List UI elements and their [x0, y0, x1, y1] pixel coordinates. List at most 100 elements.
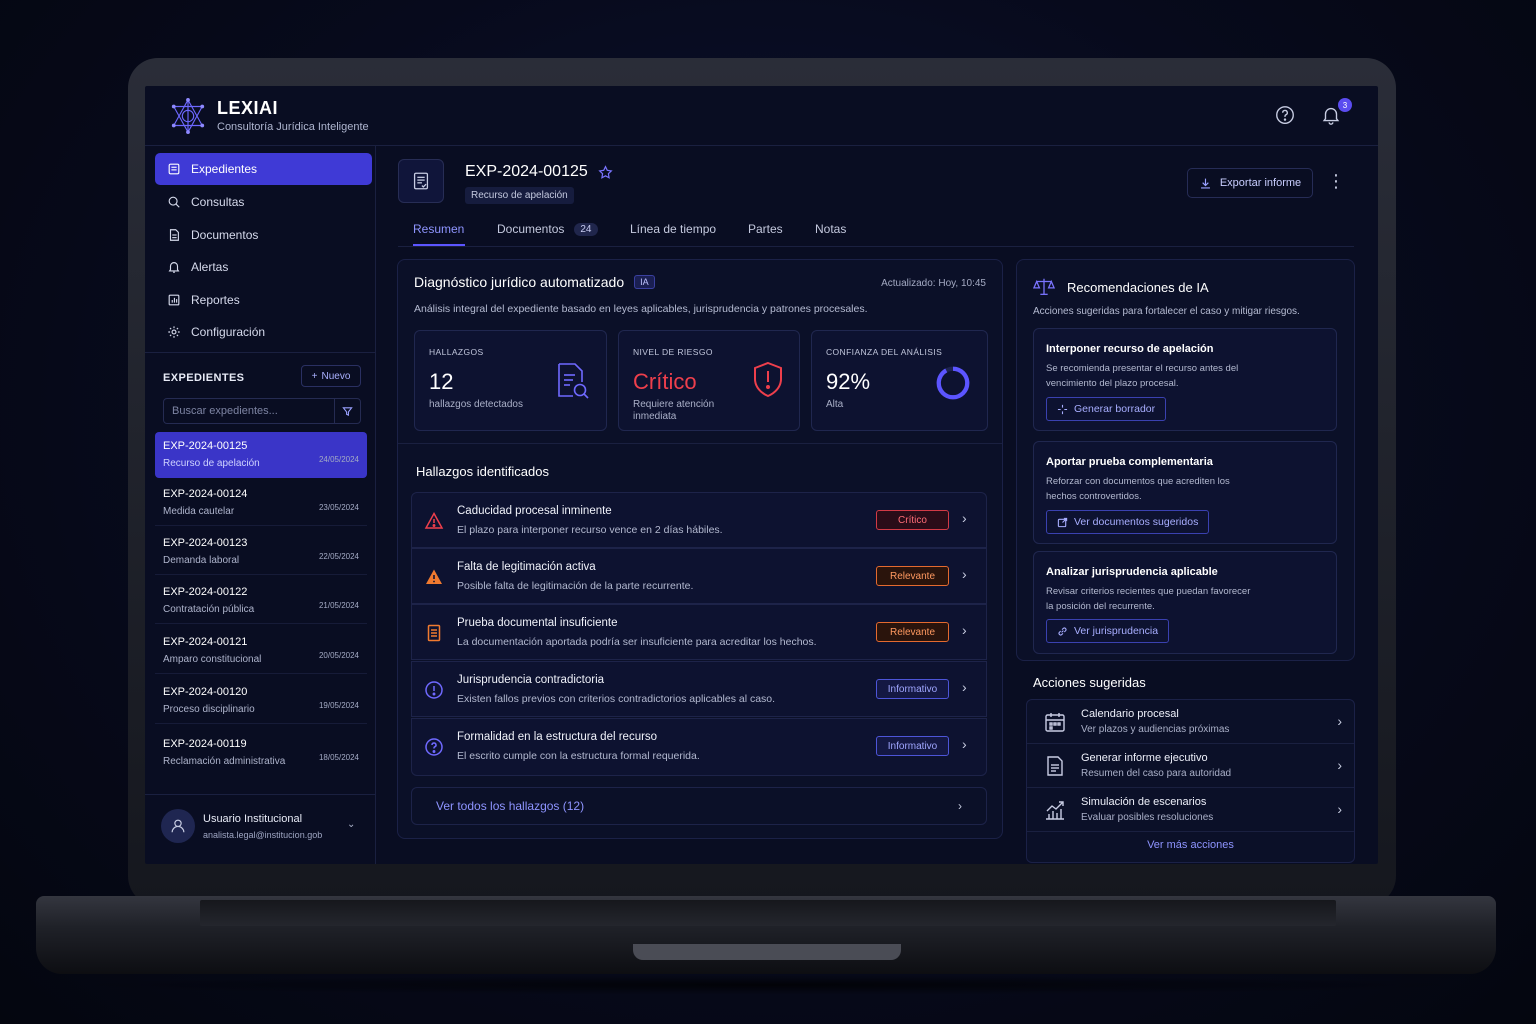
case-date: 22/05/2024: [318, 552, 359, 561]
nav-item-documentos[interactable]: Documentos: [155, 219, 372, 251]
finding-desc: Posible falta de legitimación de la part…: [457, 580, 694, 592]
case-item[interactable]: EXP-2024-00122 Contratación pública 21/0…: [155, 578, 367, 624]
stat-confidence: CONFIANZA DEL ANÁLISIS 92% Alta: [811, 330, 988, 431]
laptop-shadow: [60, 975, 1476, 995]
case-item[interactable]: EXP-2024-00119 Reclamación administrativ…: [155, 730, 367, 776]
case-item[interactable]: EXP-2024-00124 Medida cautelar 23/05/202…: [155, 480, 367, 526]
tab-linea-de-tiempo[interactable]: Línea de tiempo: [630, 222, 716, 236]
stat-value: 12: [429, 369, 454, 394]
recommendation-desc: Se recomienda presentar el recurso antes…: [1046, 363, 1239, 389]
user-email: analista.legal@institucion.gob: [203, 830, 323, 840]
nav-label: Consultas: [191, 195, 245, 209]
finding-row[interactable]: Falta de legitimación activa Posible fal…: [411, 548, 987, 604]
case-id: EXP-2024-00121: [163, 636, 248, 648]
case-id: EXP-2024-00125: [163, 440, 248, 452]
finding-title: Falta de legitimación activa: [457, 561, 596, 573]
report-icon: [1047, 756, 1063, 776]
action-title: Simulación de escenarios: [1081, 796, 1207, 808]
diagnosis-title-text: Diagnóstico jurídico automatizado: [414, 274, 625, 290]
warning-triangle-icon: [424, 511, 444, 529]
tab-bar: Resumen Documentos 24 Línea de tiempo Par…: [398, 212, 1354, 247]
bell-icon: [168, 262, 180, 273]
action-desc: Ver plazos y audiencias próximas: [1081, 724, 1230, 735]
finding-row[interactable]: Formalidad en la estructura del recurso …: [411, 718, 987, 776]
sidebar-divider: [145, 352, 376, 353]
finding-row[interactable]: Prueba documental insuficiente La docume…: [411, 604, 987, 660]
stat-sub: Requiere atención inmediata: [633, 399, 715, 422]
star-icon[interactable]: [598, 164, 613, 180]
updated-timestamp: Actualizado: Hoy, 10:45: [881, 278, 986, 289]
tab-notas[interactable]: Notas: [815, 222, 846, 236]
recommendation-title: Aportar prueba complementaria: [1046, 456, 1213, 468]
case-item[interactable]: EXP-2024-00123 Demanda laboral 22/05/202…: [155, 529, 367, 575]
case-search-input[interactable]: Buscar expedientes...: [163, 398, 361, 424]
action-item-informe[interactable]: Generar informe ejecutivo Resumen del ca…: [1027, 744, 1354, 788]
nav-item-configuracion[interactable]: Configuración: [155, 316, 372, 348]
case-date: 19/05/2024: [318, 701, 359, 710]
help-button[interactable]: [1274, 104, 1298, 128]
filter-button[interactable]: [334, 399, 360, 423]
nav-label: Expedientes: [191, 162, 258, 176]
recommendation-desc: Reforzar con documentos que acrediten lo…: [1046, 476, 1230, 502]
case-date: 21/05/2024: [318, 601, 359, 610]
notifications-button[interactable]: 3: [1320, 98, 1352, 128]
see-all-findings-button[interactable]: Ver todos los hallazgos (12) ›: [411, 787, 987, 825]
action-title: Generar informe ejecutivo: [1081, 752, 1208, 764]
case-date: 18/05/2024: [318, 753, 359, 762]
action-item-simulacion[interactable]: Simulación de escenarios Evaluar posible…: [1027, 788, 1354, 832]
view-jurisprudence-button[interactable]: Ver jurisprudencia: [1046, 619, 1170, 643]
nav-item-alertas[interactable]: Alertas: [155, 251, 372, 283]
finding-title: Prueba documental insuficiente: [457, 617, 618, 629]
case-item[interactable]: EXP-2024-00125 Recurso de apelación 24/0…: [155, 432, 367, 478]
more-options-icon[interactable]: ⋮: [1327, 172, 1345, 192]
user-menu[interactable]: Usuario Institucional analista.legal@ins…: [145, 794, 376, 864]
recommendation-title: Interponer recurso de apelación: [1046, 343, 1214, 355]
finding-row[interactable]: Caducidad procesal inminente El plazo pa…: [411, 492, 987, 548]
tab-partes[interactable]: Partes: [748, 222, 783, 236]
help-circle-icon: [1276, 106, 1294, 124]
scales-icon: [1033, 278, 1055, 295]
gear-icon: [168, 326, 180, 338]
more-actions-link[interactable]: Ver más acciones: [1027, 839, 1354, 851]
nav-item-expedientes[interactable]: Expedientes: [155, 153, 372, 185]
tab-label: Documentos: [497, 222, 565, 236]
panel-divider: [398, 443, 1002, 444]
download-icon: [1200, 178, 1210, 189]
recommendation-desc: Revisar criterios recientes que puedan f…: [1046, 586, 1251, 612]
severity-badge: Informativo: [876, 736, 949, 756]
notification-badge: 3: [1338, 98, 1352, 112]
export-report-button[interactable]: Exportar informe: [1187, 168, 1313, 198]
generate-draft-button[interactable]: Generar borrador: [1046, 397, 1167, 421]
actions-panel: Calendario procesal Ver plazos y audienc…: [1026, 699, 1355, 863]
case-item[interactable]: EXP-2024-00121 Amparo constitucional 20/…: [155, 628, 367, 674]
app-screen: LEXIAI Consultoría Jurídica Inteligente …: [145, 86, 1378, 864]
recommendation-card: Analizar jurisprudencia aplicable Revisa…: [1033, 551, 1337, 654]
tab-label: Resumen: [413, 222, 465, 236]
nav-item-consultas[interactable]: Consultas: [155, 186, 372, 218]
severity-badge: Crítico: [876, 510, 949, 530]
tab-label: Notas: [815, 222, 847, 236]
suggested-documents-button[interactable]: Ver documentos sugeridos: [1046, 510, 1210, 534]
chart-icon: [168, 294, 180, 306]
severity-badge: Relevante: [876, 622, 949, 642]
sparkle-icon: [1057, 404, 1068, 414]
recommendations-title: Recomendaciones de IA: [1033, 276, 1209, 298]
cases-heading: EXPEDIENTES: [163, 372, 245, 384]
case-item[interactable]: EXP-2024-00120 Proceso disciplinario 19/…: [155, 678, 367, 724]
severity-badge: Relevante: [876, 566, 949, 586]
finding-row[interactable]: Jurisprudencia contradictoria Existen fa…: [411, 661, 987, 717]
avatar: [161, 809, 195, 843]
document-search-icon: [558, 363, 589, 399]
recommendations-description: Acciones sugeridas para fortalecer el ca…: [1033, 306, 1300, 317]
action-item-calendario[interactable]: Calendario procesal Ver plazos y audienc…: [1027, 700, 1354, 744]
new-case-button[interactable]: + Nuevo: [301, 365, 361, 387]
tab-resumen[interactable]: Resumen: [413, 222, 464, 236]
case-type-chip: Recurso de apelación: [465, 187, 574, 204]
tab-documentos[interactable]: Documentos 24: [497, 222, 598, 236]
nav-item-reportes[interactable]: Reportes: [155, 284, 372, 316]
chevron-right-icon: ›: [962, 566, 967, 582]
finding-desc: El plazo para interponer recurso vence e…: [457, 524, 723, 536]
ia-tag: IA: [634, 275, 655, 289]
keyboard: [200, 900, 1336, 926]
export-label: Exportar informe: [1219, 177, 1302, 189]
